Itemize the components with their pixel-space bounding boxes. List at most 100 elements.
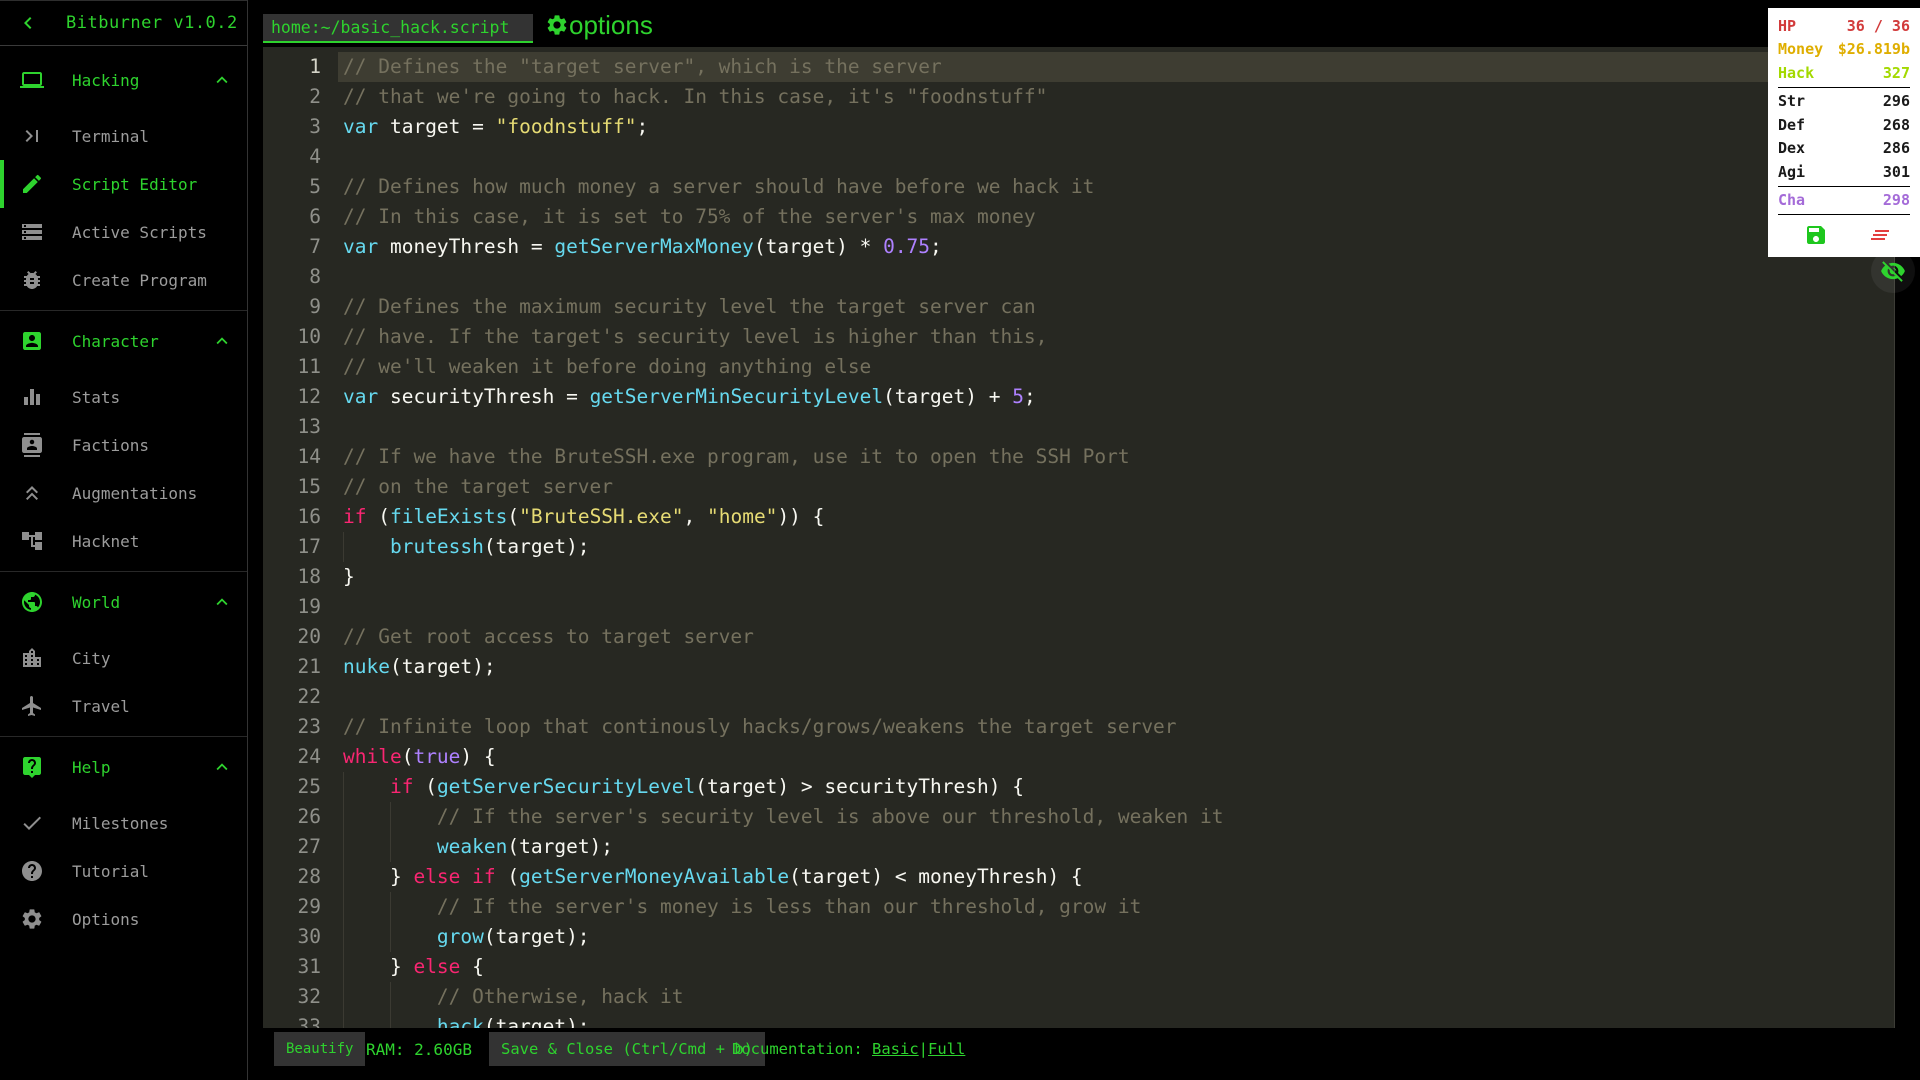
sidebar-divider xyxy=(0,310,247,311)
line-number: 25 xyxy=(297,775,321,798)
globe-icon xyxy=(20,590,44,614)
code-line: 24 while(true) { xyxy=(263,742,1895,772)
editor-options-button[interactable]: options xyxy=(545,8,653,42)
sidebar-section-hacking[interactable]: Hacking xyxy=(0,56,247,104)
code-line: 31 } else { xyxy=(263,952,1895,982)
sidebar-item-hacknet[interactable]: Hacknet xyxy=(0,517,247,565)
line-number: 1 xyxy=(309,55,321,78)
sidebar-item-create-program[interactable]: Create Program xyxy=(0,256,247,304)
pencil-icon xyxy=(20,172,44,196)
code-line: 8 xyxy=(263,262,1895,292)
sidebar-item-active-scripts[interactable]: Active Scripts xyxy=(0,208,247,256)
sidebar-item-city[interactable]: City xyxy=(0,634,247,682)
clear-all-icon[interactable] xyxy=(1868,223,1892,247)
sidebar-item-tutorial[interactable]: Tutorial xyxy=(0,847,247,895)
overview-actions xyxy=(1778,217,1910,251)
line-number: 23 xyxy=(297,715,321,738)
sidebar-item-terminal[interactable]: Terminal xyxy=(0,112,247,160)
file-tab[interactable]: home:~/basic_hack.script xyxy=(263,14,533,43)
stat-value: 286 xyxy=(1882,139,1910,158)
double-arrow-up-icon xyxy=(20,481,44,505)
line-number: 22 xyxy=(297,685,321,708)
code-line: 4 xyxy=(263,142,1895,172)
line-number: 28 xyxy=(297,865,321,888)
sidebar-item-label: Options xyxy=(72,909,140,929)
sidebar-item-stats[interactable]: Stats xyxy=(0,373,247,421)
stat-label: Def xyxy=(1778,115,1806,134)
line-number: 4 xyxy=(309,145,321,168)
sidebar-item-travel[interactable]: Travel xyxy=(0,682,247,730)
code-line: 1// Defines the "target server", which i… xyxy=(263,52,1895,82)
beautify-button[interactable]: Beautify xyxy=(274,1032,366,1066)
stat-row-dex: Dex 286 xyxy=(1778,137,1910,161)
overview-stats: HP 36 / 36 Money $26.819b Hack 327 Str 296 Def 26… xyxy=(1778,14,1910,215)
line-number: 3 xyxy=(309,115,321,138)
network-tree-icon xyxy=(20,529,44,553)
documentation-links: Documentation: Basic | Full xyxy=(732,1040,966,1058)
bug-icon xyxy=(20,268,44,292)
sidebar-item-augmentations[interactable]: Augmentations xyxy=(0,469,247,517)
code-line: 11// we'll weaken it before doing anythi… xyxy=(263,352,1895,382)
app-title: Bitburner v1.0.2 xyxy=(66,13,238,33)
gear-icon xyxy=(20,907,44,931)
line-number: 10 xyxy=(297,325,321,348)
terminal-icon xyxy=(20,124,44,148)
sidebar-item-options[interactable]: Options xyxy=(0,895,247,943)
help-circle-icon xyxy=(20,859,44,883)
line-number: 32 xyxy=(297,985,321,1008)
character-overview[interactable]: HP 36 / 36 Money $26.819b Hack 327 Str 296 Def 26… xyxy=(1768,8,1920,257)
code-line: 27 weaken(target); xyxy=(263,832,1895,862)
sidebar-item-factions[interactable]: Factions xyxy=(0,421,247,469)
sidebar-section-help[interactable]: Help xyxy=(0,743,247,791)
chevron-up-icon xyxy=(211,69,233,91)
stat-value: 327 xyxy=(1882,63,1910,82)
line-number: 30 xyxy=(297,925,321,948)
doc-basic-link[interactable]: Basic xyxy=(872,1040,919,1058)
line-number: 20 xyxy=(297,625,321,648)
code-editor[interactable]: 1// Defines the "target server", which i… xyxy=(263,47,1895,1028)
sidebar-item-milestones[interactable]: Milestones xyxy=(0,799,247,847)
city-icon xyxy=(20,646,44,670)
sidebar-section-label: Help xyxy=(72,757,111,777)
code-line: 29 // If the server's money is less than… xyxy=(263,892,1895,922)
save-icon[interactable] xyxy=(1804,223,1828,247)
stat-label: Str xyxy=(1778,92,1806,111)
contacts-icon xyxy=(20,433,44,457)
code-line: 17 brutessh(target); xyxy=(263,532,1895,562)
chevron-up-icon xyxy=(211,330,233,352)
stat-value: 298 xyxy=(1882,191,1910,210)
sidebar-item-label: City xyxy=(72,648,111,668)
code-line: 13 xyxy=(263,412,1895,442)
save-close-button[interactable]: Save & Close (Ctrl/Cmd + b) xyxy=(489,1032,765,1066)
sidebar-item-label: Active Scripts xyxy=(72,222,207,242)
code-line: 15// on the target server xyxy=(263,472,1895,502)
line-number: 19 xyxy=(297,595,321,618)
code-line: 7 var moneyThresh = getServerMaxMoney(tar… xyxy=(263,232,1895,262)
stat-value: 36 / 36 xyxy=(1846,16,1910,35)
stat-row-hack: Hack 327 xyxy=(1778,61,1910,85)
line-number: 17 xyxy=(297,535,321,558)
collapse-sidebar-button[interactable] xyxy=(16,11,40,35)
sidebar-section-character[interactable]: Character xyxy=(0,317,247,365)
line-number: 27 xyxy=(297,835,321,858)
stat-value: $26.819b xyxy=(1837,40,1910,59)
code-line: 23// Infinite loop that continously hack… xyxy=(263,712,1895,742)
sidebar-section-label: World xyxy=(72,592,121,612)
line-number: 31 xyxy=(297,955,321,978)
line-number: 13 xyxy=(297,415,321,438)
sidebar-item-label: Travel xyxy=(72,696,130,716)
sidebar-section-world[interactable]: World xyxy=(0,578,247,626)
sidebar-item-label: Milestones xyxy=(72,813,169,833)
options-label: options xyxy=(569,10,653,40)
overview-divider xyxy=(1778,86,1910,88)
sidebar: Bitburner v1.0.2 Hacking Terminal Script E… xyxy=(0,0,248,1080)
code-line: 6// In this case, it is set to 75% of th… xyxy=(263,202,1895,232)
doc-full-link[interactable]: Full xyxy=(928,1040,965,1058)
code-line: 2// that we're going to hack. In this ca… xyxy=(263,82,1895,112)
stat-row-agi: Agi 301 xyxy=(1778,160,1910,184)
airplane-icon xyxy=(20,694,44,718)
sidebar-item-script-editor[interactable]: Script Editor xyxy=(0,160,247,208)
stat-row-def: Def 268 xyxy=(1778,113,1910,137)
line-number: 14 xyxy=(297,445,321,468)
overview-visibility-toggle[interactable] xyxy=(1871,249,1915,293)
